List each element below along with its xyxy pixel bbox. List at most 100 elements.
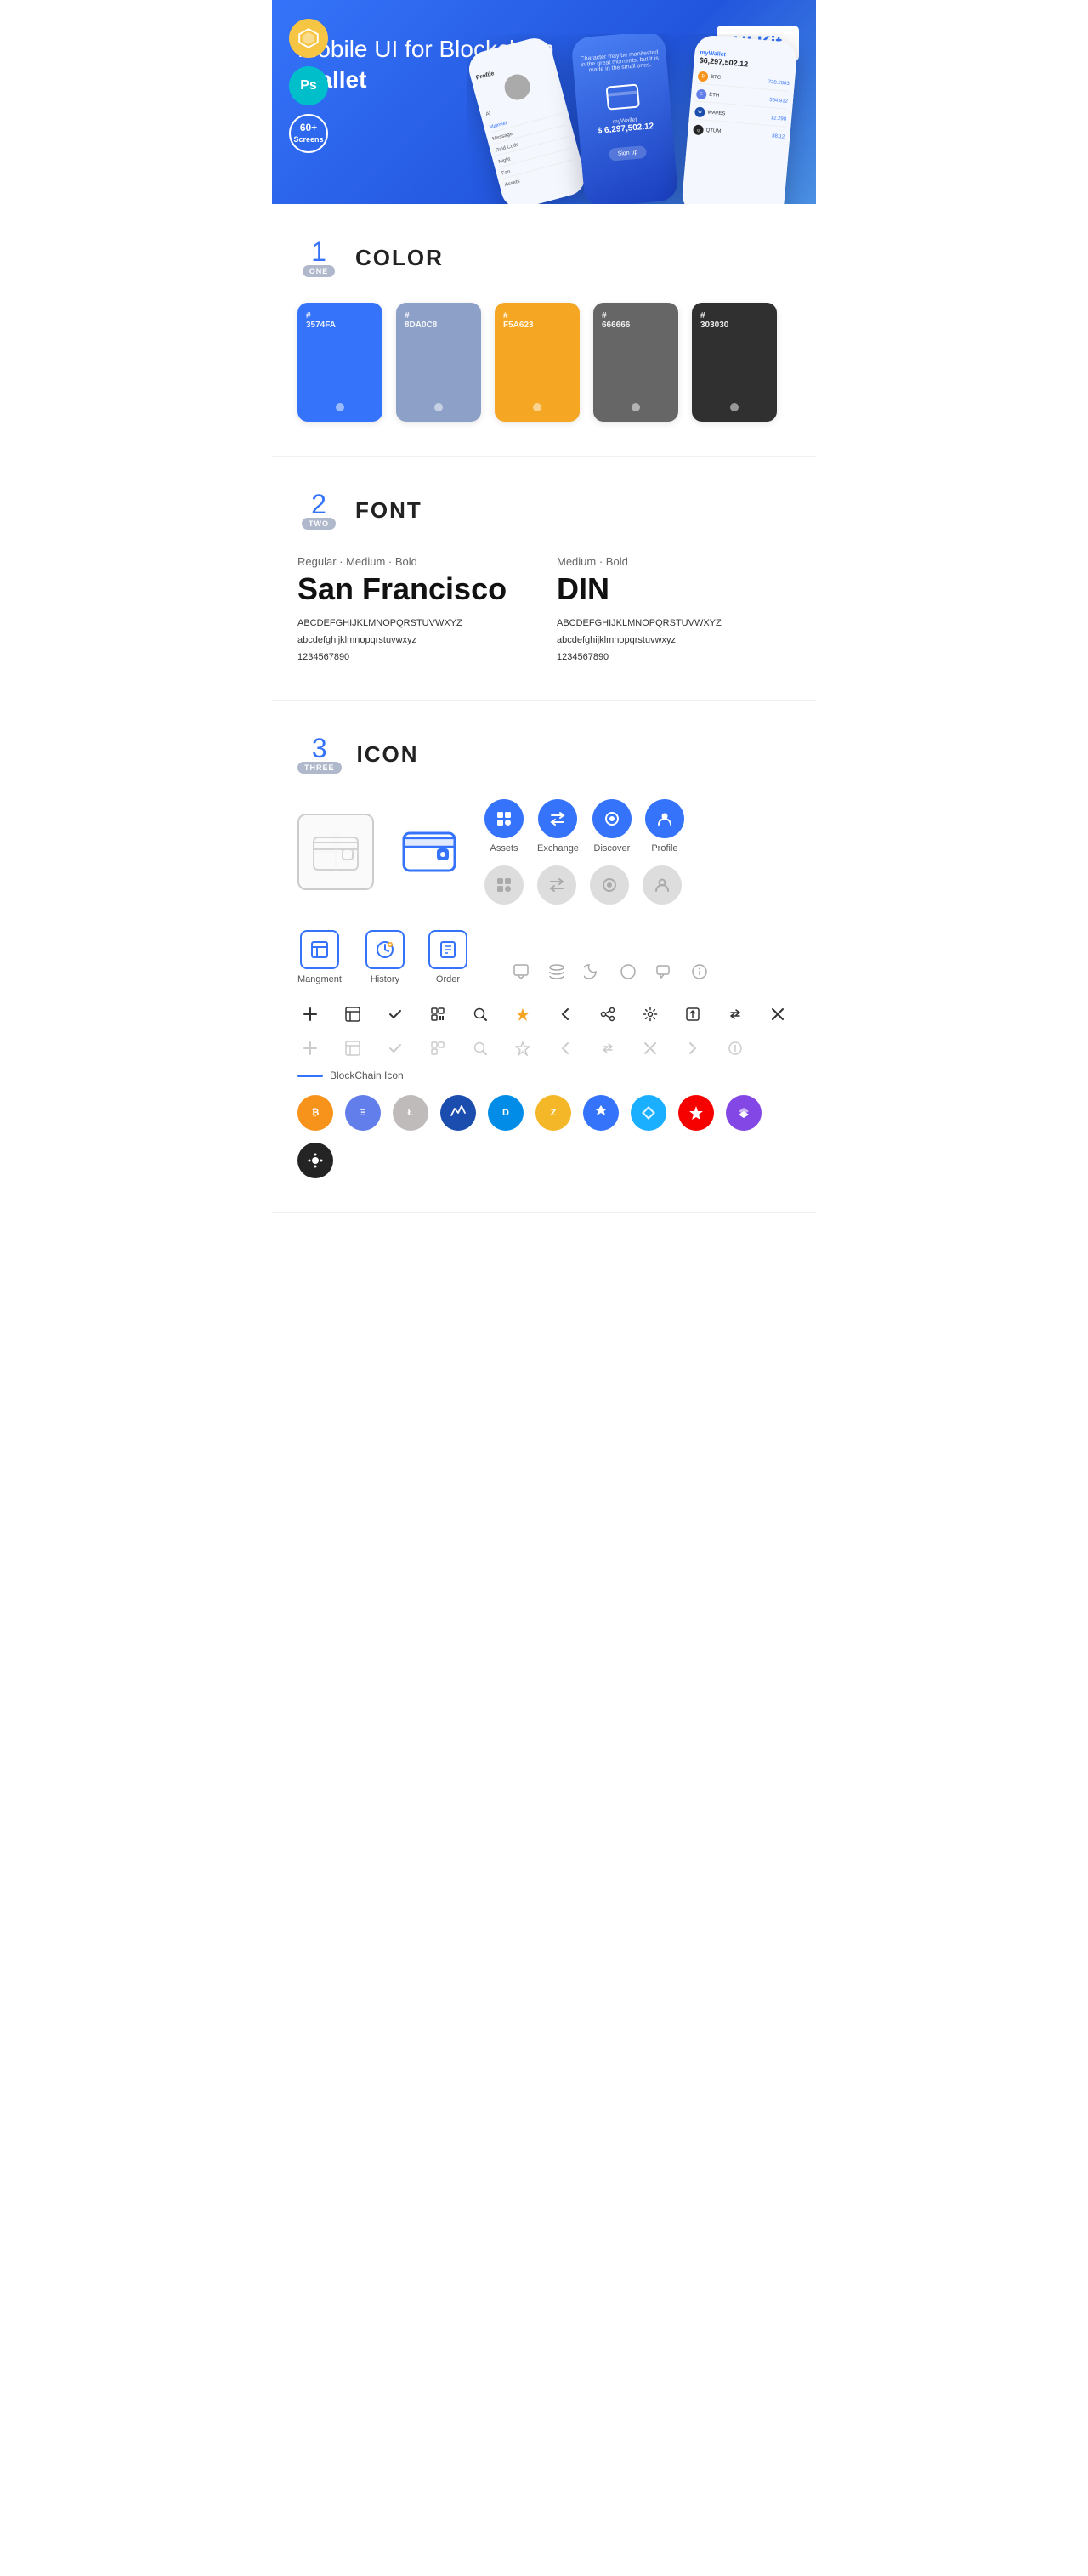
phone-mockup-1: Profile AI Mainnet Message Raid Code Nig…: [468, 34, 589, 204]
history-label: History: [371, 974, 400, 984]
color-section-header: 1 ONE COLOR: [298, 238, 790, 277]
exchange-icon: [538, 799, 577, 838]
grid-icon: [583, 1095, 619, 1131]
screens-badge: 60+Screens: [289, 114, 328, 153]
nav-icon-profile: Profile: [645, 799, 684, 854]
hero-badges: Ps 60+Screens: [289, 19, 328, 153]
list-icon: [340, 1001, 366, 1027]
utility-icons-active: [298, 1001, 790, 1027]
phone-mockup-2: Character may be manifested in the great…: [570, 34, 678, 204]
font-din-name: DIN: [557, 571, 790, 607]
close-icon: [765, 1001, 790, 1027]
qr-icon-muted: [425, 1036, 450, 1061]
order-icon: [428, 930, 468, 969]
matic-icon: [726, 1095, 762, 1131]
circle-icon: [615, 959, 641, 984]
management-label: Mangment: [298, 974, 342, 984]
blockchain-label: BlockChain Icon: [298, 1070, 790, 1081]
check-icon-muted: [382, 1036, 408, 1061]
misc-icons-row: [508, 959, 712, 984]
font-sf-numbers: 1234567890: [298, 650, 531, 667]
font-sf-name: San Francisco: [298, 571, 531, 607]
waves-icon: [440, 1095, 476, 1131]
font-din-lowercase: abcdefghijklmnopqrstuvwxyz: [557, 633, 790, 650]
assets-icon: [484, 799, 524, 838]
star-icon: [510, 1001, 536, 1027]
swatch-dark: #303030: [692, 303, 777, 422]
phone-screen-2: Character may be manifested in the great…: [570, 34, 678, 204]
upload-icon: [680, 1001, 706, 1027]
sketch-badge: [289, 19, 328, 58]
font-sf-uppercase: ABCDEFGHIJKLMNOPQRSTUVWXYZ: [298, 616, 531, 633]
tab-icon-history: History: [366, 930, 405, 984]
exchange-icon-label: Exchange: [537, 843, 579, 854]
chat-icon: [651, 959, 677, 984]
color-swatches: #3574FA #8DA0C8 #F5A623 #666666 #303030: [298, 303, 790, 422]
font-section-title: FONT: [355, 497, 422, 524]
discover-icon: [592, 799, 632, 838]
profile-icon-gray: [643, 865, 682, 905]
history-icon: [366, 930, 405, 969]
search-icon: [468, 1001, 493, 1027]
star-icon-muted: [510, 1036, 536, 1061]
info-icon: [687, 959, 712, 984]
icon-section-header: 3 THREE ICON: [298, 735, 790, 774]
hero-section: Mobile UI for Blockchain Wallet UI Kit P…: [272, 0, 816, 204]
ethereum-icon: Ξ: [345, 1095, 381, 1131]
discover-icon-label: Discover: [594, 843, 631, 854]
zcash-icon: Z: [536, 1095, 571, 1131]
nav-icons-row-1: Assets Exchange Discover: [484, 799, 684, 854]
assets-icon-label: Assets: [490, 843, 518, 854]
comment-icon: [508, 959, 534, 984]
order-label: Order: [436, 974, 460, 984]
arrow-right-icon-muted: [680, 1036, 706, 1061]
utility-icons-muted: [298, 1036, 790, 1061]
assets-icon-gray: [484, 865, 524, 905]
exchange-icon-gray: [537, 865, 576, 905]
font-sf-meta: Regular · Medium · Bold: [298, 555, 531, 568]
icon-section: 3 THREE ICON: [272, 701, 816, 1213]
color-section-title: COLOR: [355, 245, 444, 271]
font-sf: Regular · Medium · Bold San Francisco AB…: [298, 555, 531, 666]
swatch-grayblue: #8DA0C8: [396, 303, 481, 422]
iota-icon: [298, 1143, 333, 1178]
swatch-orange: #F5A623: [495, 303, 580, 422]
font-din-uppercase: ABCDEFGHIJKLMNOPQRSTUVWXYZ: [557, 616, 790, 633]
ps-badge: Ps: [289, 66, 328, 105]
icon-section-title: ICON: [357, 741, 419, 768]
swatch-gray: #666666: [593, 303, 678, 422]
font-section-number: 2 TWO: [298, 491, 340, 530]
bitcoin-icon: ₿: [298, 1095, 333, 1131]
discover-icon-gray: [590, 865, 629, 905]
tab-icon-management: Mangment: [298, 930, 342, 984]
font-section-header: 2 TWO FONT: [298, 491, 790, 530]
crypto-icons-row: ₿ Ξ Ł D Z: [298, 1095, 790, 1178]
search-icon-muted: [468, 1036, 493, 1061]
nav-icons-row-2: [484, 865, 684, 905]
profile-icon: [645, 799, 684, 838]
icon-colored-wallet: [391, 814, 468, 890]
icon-wireframe-1: [298, 814, 374, 890]
swatch-blue: #3574FA: [298, 303, 382, 422]
phone-screen-1: Profile AI Mainnet Message Raid Code Nig…: [468, 34, 589, 204]
litecoin-icon: Ł: [393, 1095, 428, 1131]
swap-icon: [722, 1001, 748, 1027]
color-section: 1 ONE COLOR #3574FA #8DA0C8 #F5A623 #666…: [272, 204, 816, 457]
ark-icon: [678, 1095, 714, 1131]
list-icon-muted: [340, 1036, 366, 1061]
share-icon: [595, 1001, 620, 1027]
profile-icon-label: Profile: [651, 843, 677, 854]
hero-phones: Profile AI Mainnet Message Raid Code Nig…: [468, 34, 816, 204]
dash-icon: D: [488, 1095, 524, 1131]
nav-icon-assets: Assets: [484, 799, 524, 854]
arrows-icon-muted: [595, 1036, 620, 1061]
chevron-left-icon-muted: [552, 1036, 578, 1061]
moon-icon: [580, 959, 605, 984]
font-grid: Regular · Medium · Bold San Francisco AB…: [298, 555, 790, 666]
nav-icons-group: Assets Exchange Discover: [484, 799, 684, 905]
nav-icon-discover: Discover: [592, 799, 632, 854]
nav-icon-exchange: Exchange: [537, 799, 579, 854]
plus-icon-muted: [298, 1036, 323, 1061]
font-din-numbers: 1234567890: [557, 650, 790, 667]
font-din: Medium · Bold DIN ABCDEFGHIJKLMNOPQRSTUV…: [557, 555, 790, 666]
